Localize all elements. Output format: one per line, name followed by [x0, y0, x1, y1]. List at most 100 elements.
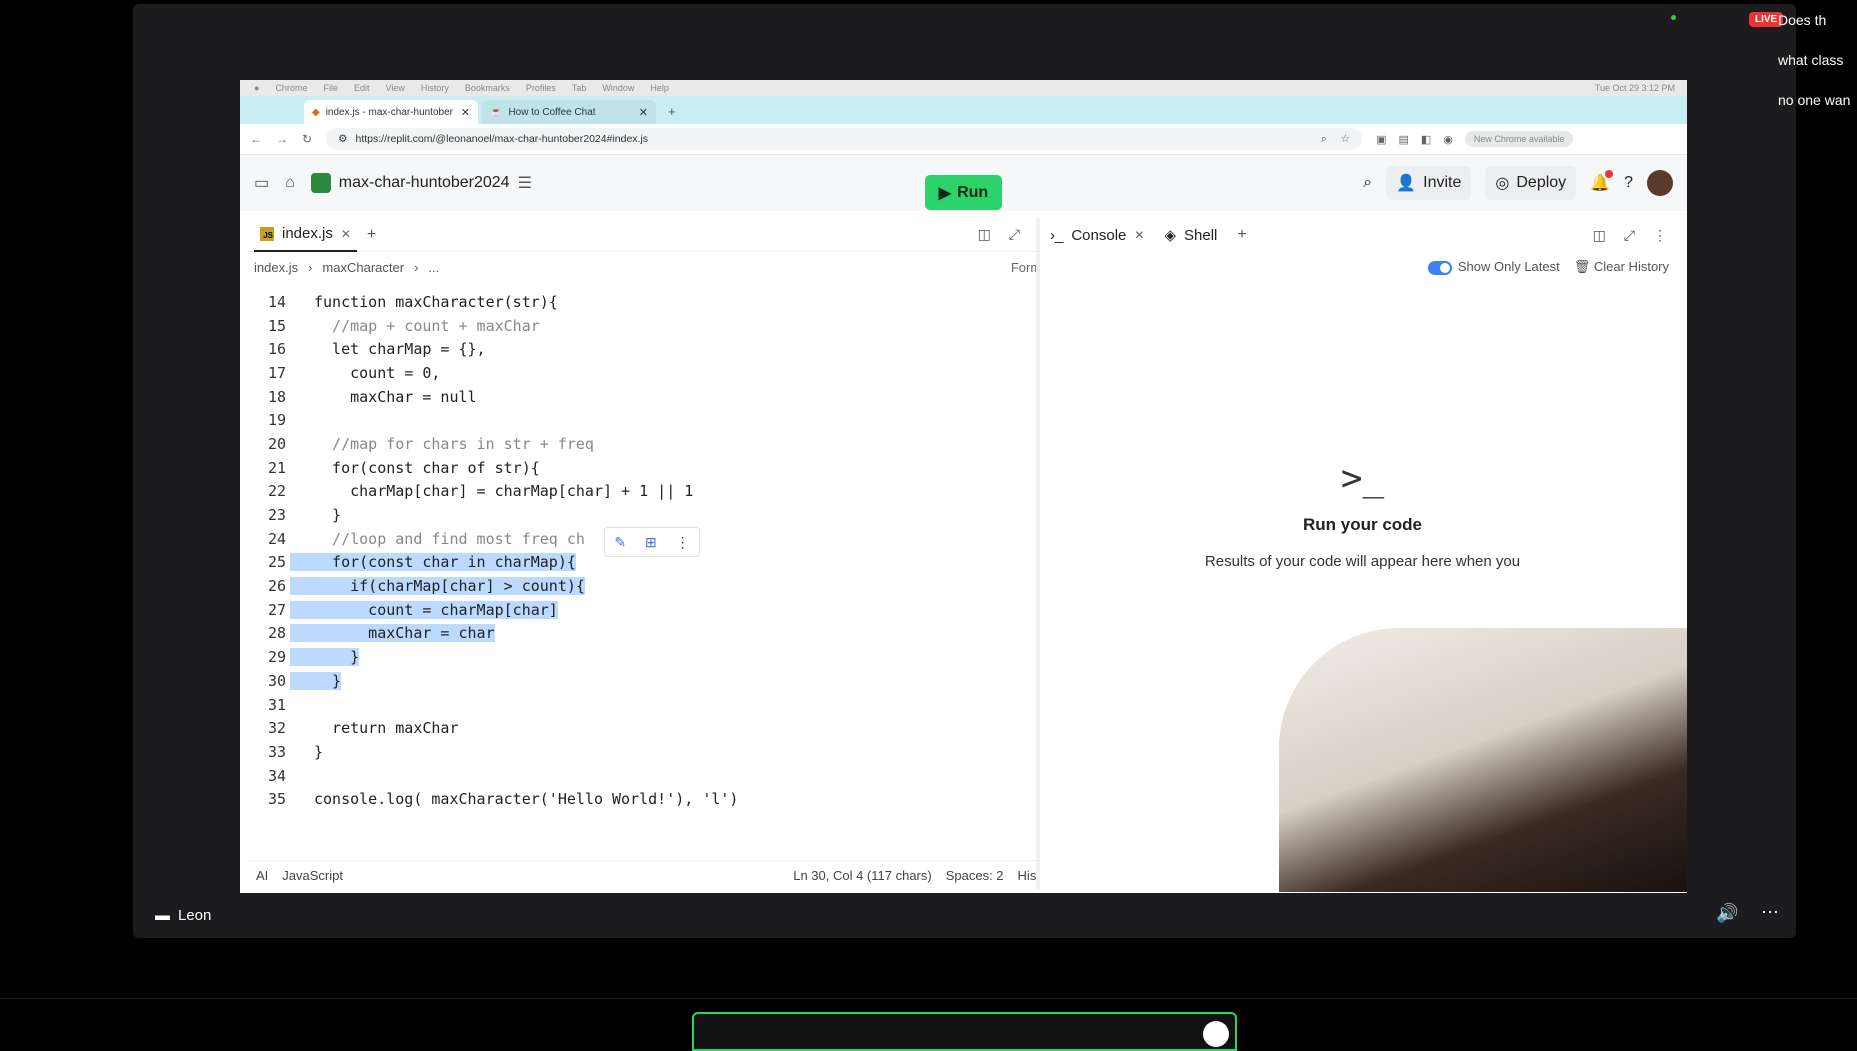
reload-icon[interactable]: ↻	[302, 132, 312, 146]
repl-title[interactable]: max-char-huntober2024 ☰	[310, 173, 532, 193]
code-line[interactable]: 17 count = 0,	[248, 361, 1068, 385]
search-icon[interactable]: ⌕	[1363, 174, 1372, 192]
ai-button[interactable]: AI	[256, 868, 268, 883]
code-line[interactable]: 15 //map + count + maxChar	[248, 314, 1068, 338]
code-line[interactable]: 16 let charMap = {},	[248, 337, 1068, 361]
menu-window[interactable]: Window	[602, 83, 634, 93]
add-tab-button[interactable]: +	[367, 226, 376, 244]
badge-icon[interactable]	[1203, 1021, 1229, 1047]
more-icon[interactable]: ⋮	[1653, 227, 1667, 244]
extension-icon[interactable]: ▤	[1398, 133, 1408, 146]
toggle-switch[interactable]	[1427, 260, 1452, 275]
menu-profiles[interactable]: Profiles	[526, 83, 556, 93]
extension-icon[interactable]: ▣	[1376, 133, 1386, 146]
volume-icon[interactable]: 🔊	[1716, 903, 1738, 924]
indent-setting[interactable]: Spaces: 2	[946, 868, 1004, 883]
invite-label: Invite	[1423, 174, 1462, 191]
browser-tab-active[interactable]: ◆ index.js - max-char-huntober ✕	[304, 100, 478, 124]
code-line[interactable]: 28 maxChar = char	[248, 622, 1068, 646]
add-to-chat-icon[interactable]: ⊞	[645, 534, 657, 551]
browser-tabbar: ◆ index.js - max-char-huntober ✕ ☕ How t…	[240, 96, 1687, 124]
menu-app[interactable]: Chrome	[275, 83, 307, 93]
menu-file[interactable]: File	[323, 83, 338, 93]
apple-icon[interactable]: ●	[254, 83, 259, 93]
notifications-icon[interactable]: 🔔	[1590, 170, 1614, 193]
code-line[interactable]: 29 }	[248, 645, 1068, 669]
code-line[interactable]: 22 charMap[char] = charMap[char] + 1 || …	[248, 480, 1068, 504]
code-line[interactable]: 27 count = charMap[char]	[248, 598, 1068, 622]
menu-view[interactable]: View	[385, 83, 404, 93]
invite-button[interactable]: 👤 Invite	[1386, 166, 1472, 200]
status-dot	[1671, 15, 1676, 20]
line-text: for(const char of str){	[314, 458, 540, 477]
zoom-icon[interactable]: ⌕	[1321, 133, 1327, 146]
code-line[interactable]: 35 console.log( maxCharacter('Hello World…	[248, 787, 1068, 811]
home-icon[interactable]: ⌂	[285, 174, 295, 192]
close-icon[interactable]: ✕	[1134, 228, 1144, 242]
code-line[interactable]: 18 maxChar = null	[248, 385, 1068, 409]
add-tab-button[interactable]: +	[1237, 226, 1246, 244]
code-line[interactable]: 21 for(const char of str){	[248, 456, 1068, 480]
close-icon[interactable]: ✕	[461, 106, 470, 119]
cursor-position[interactable]: Ln 30, Col 4 (117 chars)	[793, 868, 932, 883]
tab-console[interactable]: ›_ Console ✕	[1050, 227, 1144, 244]
menu-tab[interactable]: Tab	[572, 83, 587, 93]
browser-tab[interactable]: ☕ How to Coffee Chat ✕	[482, 100, 656, 124]
file-tab-index[interactable]: JS index.js ✕	[254, 218, 357, 252]
profile-icon[interactable]: ◉	[1443, 133, 1453, 146]
maximize-icon[interactable]: ⤢	[1624, 227, 1635, 244]
avatar[interactable]	[1647, 170, 1673, 196]
code-line[interactable]: 26 if(charMap[char] > count){	[248, 574, 1068, 598]
code-line[interactable]: 20 //map for chars in str + freq	[248, 432, 1068, 456]
tab-shell[interactable]: ◈ Shell	[1164, 226, 1217, 245]
code-line[interactable]: 30 }	[248, 669, 1068, 693]
code-line[interactable]: 33}	[248, 740, 1068, 764]
url-input[interactable]: ⚙ https://replit.com/@leonanoel/max-char…	[326, 128, 1363, 150]
menu-help[interactable]: Help	[650, 83, 669, 93]
back-icon[interactable]: ←	[250, 132, 262, 146]
breadcrumb-symbol[interactable]: maxCharacter	[322, 260, 404, 275]
line-text: charMap[char] = charMap[char] + 1 || 1	[314, 482, 694, 501]
line-text: //map for chars in str + freq	[314, 434, 594, 453]
clear-history-button[interactable]: 🗑 Clear History	[1574, 259, 1669, 275]
run-button[interactable]: ▶ Run	[925, 175, 1002, 210]
more-icon[interactable]: ⋮	[676, 534, 690, 551]
line-number: 29	[267, 648, 286, 667]
close-icon[interactable]: ✕	[341, 227, 351, 241]
help-icon[interactable]: ?	[1624, 174, 1633, 192]
code-line[interactable]: 32 return maxChar	[248, 716, 1068, 740]
new-tab-button[interactable]: +	[660, 104, 684, 124]
code-line[interactable]: 34	[248, 764, 1068, 788]
line-text: }	[314, 742, 324, 761]
repl-info-icon[interactable]: ☰	[518, 173, 532, 193]
split-pane-icon[interactable]: ◫	[978, 226, 991, 243]
more-icon[interactable]: ⋯	[1761, 902, 1779, 923]
code-line[interactable]: 31	[248, 693, 1068, 717]
site-info-icon[interactable]: ⚙	[338, 133, 347, 145]
forward-icon[interactable]: →	[276, 132, 288, 146]
update-button[interactable]: New Chrome available	[1464, 131, 1574, 147]
close-icon[interactable]: ✕	[639, 106, 648, 119]
edit-pen-icon[interactable]: ✎	[614, 534, 626, 551]
bookmark-star-icon[interactable]: ☆	[1341, 133, 1350, 146]
code-line[interactable]: 23 }	[248, 503, 1068, 527]
code-line[interactable]: 14 function maxCharacter(str){	[248, 290, 1068, 314]
deploy-label: Deploy	[1516, 174, 1567, 191]
breadcrumb-more[interactable]: ...	[428, 260, 439, 275]
menu-bookmarks[interactable]: Bookmarks	[465, 83, 510, 93]
breadcrumb-file[interactable]: index.js	[254, 260, 298, 275]
language-indicator[interactable]: JavaScript	[282, 868, 343, 883]
code-line[interactable]: 19	[248, 408, 1068, 432]
sidebar-toggle-icon[interactable]: ▭	[254, 173, 269, 193]
line-text: }	[290, 671, 342, 690]
terminal-icon: ›_	[1050, 226, 1064, 244]
deploy-button[interactable]: ◎ Deploy	[1485, 166, 1577, 200]
chat-input[interactable]	[692, 1012, 1237, 1051]
menu-history[interactable]: History	[421, 83, 449, 93]
extension-icon[interactable]: ◧	[1421, 133, 1431, 146]
menu-edit[interactable]: Edit	[354, 83, 370, 93]
maximize-icon[interactable]: ⤢	[1009, 226, 1020, 243]
split-pane-icon[interactable]: ◫	[1593, 227, 1606, 244]
line-text: function maxCharacter(str){	[314, 292, 558, 311]
show-latest-toggle[interactable]: Show Only Latest	[1427, 259, 1560, 275]
